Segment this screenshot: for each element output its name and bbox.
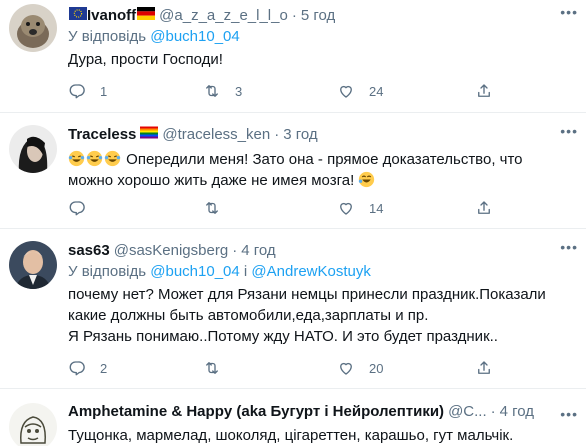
tweet-text-line: Я Рязань понимаю..Потому жду НАТО. И это… (68, 328, 498, 345)
tweet-text: Опередили меня! Зато она - прямое доказа… (68, 149, 576, 191)
more-icon[interactable]: ••• (560, 123, 578, 139)
more-icon[interactable]: ••• (560, 406, 578, 422)
timestamp[interactable]: 4 год (500, 402, 534, 422)
heart-icon (340, 85, 352, 98)
tweet-header: Traceless @traceless_ken · 3 год (68, 125, 576, 145)
user-handle[interactable]: @sasKenigsberg (114, 241, 228, 261)
retweet-icon (206, 362, 218, 374)
reply-context: У відповідь @buch10_04 (68, 27, 576, 47)
user-handle[interactable]: @a_z_a_z_e_l_l_o (159, 6, 288, 26)
avatar-image (9, 403, 57, 446)
tweet-text: Дура, прости Господи! (68, 51, 223, 68)
display-name[interactable]: Traceless (68, 125, 136, 145)
user-handle[interactable]: @C... (448, 402, 487, 422)
tweet-actions: 2 20 (68, 359, 508, 379)
laughing-tears-emoji-icon (68, 150, 85, 167)
tweet[interactable]: Traceless @traceless_ken · 3 год Опереди… (0, 113, 586, 229)
laughing-emoji-icon (359, 171, 375, 188)
more-icon[interactable]: ••• (560, 4, 578, 20)
timestamp[interactable]: 4 год (241, 241, 275, 261)
retweet-icon (206, 202, 218, 214)
avatar-image (9, 4, 57, 52)
avatar[interactable] (9, 403, 57, 446)
reply-label: У відповідь (68, 28, 147, 45)
like-button[interactable]: 24 (337, 82, 383, 100)
display-name[interactable]: Amphetamine & Happy (aka Бугурт і Нейрол… (68, 402, 444, 422)
heart-icon (340, 362, 352, 375)
reply-count: 2 (100, 360, 108, 376)
like-button[interactable]: 20 (337, 359, 383, 377)
avatar[interactable] (9, 241, 57, 289)
like-count: 14 (369, 200, 384, 216)
tweet-header: sas63 @sasKenigsberg · 4 год (68, 241, 576, 261)
user-handle[interactable]: @traceless_ken (162, 125, 270, 145)
comment-icon (69, 84, 85, 99)
tweet-text-content: Опередили меня! Зато она - прямое доказа… (68, 151, 523, 189)
retweet-button[interactable]: 3 (203, 82, 242, 100)
separator-dot: · (291, 7, 297, 24)
eu-flag-icon (69, 6, 87, 26)
rainbow-flag-icon (140, 125, 159, 145)
reply-context: У відповідь @buch10_04 і @AndrewKostuyk (68, 262, 576, 282)
tweet-text: почему нет? Может для Рязани немцы прине… (68, 284, 576, 347)
comment-icon (69, 361, 85, 376)
timestamp[interactable]: 5 год (301, 6, 335, 26)
reply-label: У відповідь (68, 263, 147, 280)
like-count: 20 (369, 360, 384, 376)
tweet[interactable]: sas63 @sasKenigsberg · 4 год У відповідь… (0, 229, 586, 389)
reply-mention[interactable]: @AndrewKostuyk (251, 263, 370, 280)
display-name[interactable]: sas63 (68, 241, 110, 261)
reply-mention[interactable]: @buch10_04 (150, 263, 239, 280)
avatar-image (9, 125, 57, 173)
more-icon[interactable]: ••• (560, 239, 578, 255)
share-icon (478, 361, 490, 374)
retweet-count: 3 (235, 83, 243, 99)
timestamp[interactable]: 3 год (283, 125, 317, 145)
reply-button[interactable] (68, 199, 100, 217)
retweet-button[interactable] (203, 359, 235, 377)
avatar-image (9, 241, 57, 289)
retweet-icon (206, 85, 218, 97)
reply-and: і (243, 263, 248, 280)
tweet-text-line: почему нет? Может для Рязани немцы прине… (68, 286, 546, 324)
share-icon (478, 84, 490, 97)
heart-icon (340, 202, 352, 215)
display-name[interactable]: Ivanoff (87, 6, 136, 26)
reply-mention[interactable]: @buch10_04 (150, 28, 239, 45)
tweet-text: Тущонка, мармелад, шоколяд, цігареттен, … (68, 427, 514, 444)
laughing-tears-emoji-icon (86, 150, 103, 167)
reply-button[interactable]: 1 (68, 82, 107, 100)
like-count: 24 (369, 83, 384, 99)
like-button[interactable]: 14 (337, 199, 383, 217)
laughing-tears-emoji-icon (104, 150, 121, 167)
share-button[interactable] (475, 82, 493, 100)
tweet-header: Amphetamine & Happy (aka Бугурт і Нейрол… (68, 402, 576, 422)
tweet-actions: 14 (68, 199, 508, 219)
comment-icon (69, 201, 85, 216)
reply-button[interactable]: 2 (68, 359, 107, 377)
share-icon (478, 201, 490, 214)
separator-dot: · (490, 403, 496, 420)
tweet-header: Ivanoff @a_z_a_z_e_l_l_o · 5 год (68, 6, 576, 26)
reply-count: 1 (100, 83, 108, 99)
avatar[interactable] (9, 4, 57, 52)
separator-dot: · (232, 242, 238, 259)
tweet-actions: 1 3 24 (68, 82, 508, 102)
germany-flag-icon (137, 6, 156, 26)
tweet[interactable]: Amphetamine & Happy (aka Бугурт і Нейрол… (0, 389, 586, 446)
share-button[interactable] (475, 199, 493, 217)
share-button[interactable] (475, 359, 493, 377)
separator-dot: · (274, 126, 280, 143)
tweet[interactable]: Ivanoff @a_z_a_z_e_l_l_o · 5 год У відпо… (0, 0, 586, 113)
retweet-button[interactable] (203, 199, 235, 217)
avatar[interactable] (9, 125, 57, 173)
